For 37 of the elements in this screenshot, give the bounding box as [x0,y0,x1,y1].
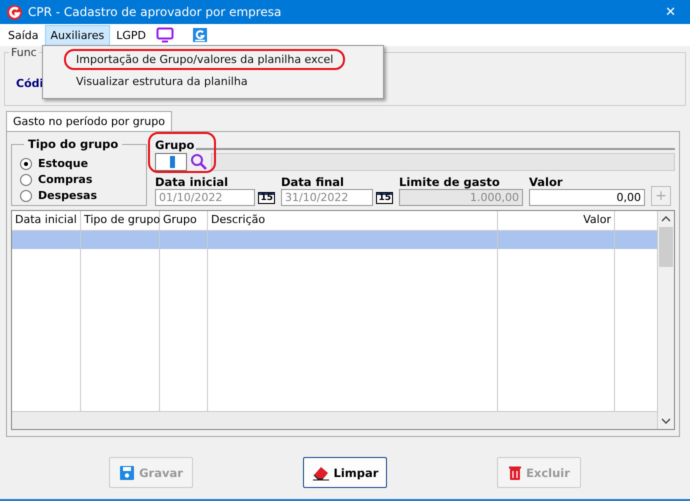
window-title: CPR - Cadastro de aprovador por empresa [28,5,282,19]
field-label: Data inicial [155,175,230,189]
floppy-icon [119,464,136,480]
column-header[interactable]: Tipo de grupo [81,211,160,230]
group-title: Func [9,46,39,59]
field-label: Limite de gasto [399,175,501,189]
search-icon[interactable] [190,152,208,170]
column-header[interactable]: Data inicial [12,211,81,230]
scrollbar[interactable] [658,211,674,429]
column-header[interactable]: Grupo [160,211,208,230]
menu-item[interactable]: Auxiliares [44,24,110,46]
menu-item[interactable]: Saída [2,24,45,46]
clear-button[interactable]: Limpar [303,457,387,488]
input-field[interactable]: 0,00 [529,189,645,206]
horizontal-scrollbar[interactable] [12,411,657,429]
monitor-icon[interactable] [156,27,174,43]
group-title: Tipo do grupo [24,137,122,151]
field-label: Códi [16,77,44,90]
menu-item[interactable]: LGPD [110,24,152,46]
eraser-icon [312,464,330,480]
logo-icon [6,4,23,20]
trash-icon [508,464,522,480]
radio-option[interactable]: Estoque [20,157,146,170]
menu-option[interactable]: Visualizar estrutura da planilha [76,75,248,88]
scroll-thumb[interactable] [659,227,673,267]
field-label: Data final [281,175,345,189]
field-label: Valor [529,175,564,189]
app-icon[interactable] [192,27,208,43]
radio-option[interactable]: Compras [20,173,146,186]
column-header[interactable]: Descrição [208,211,498,230]
close-button[interactable]: ✕ [657,4,684,20]
column-header[interactable]: Valor [498,211,615,230]
group-code-field[interactable] [155,152,187,170]
tab[interactable]: Gasto no período por grupo [6,111,172,131]
field-label: Grupo [155,138,194,152]
menu-option[interactable]: Importação de Grupo/valores da planilha excel [76,53,334,66]
radio-option[interactable]: Despesas [20,189,146,202]
